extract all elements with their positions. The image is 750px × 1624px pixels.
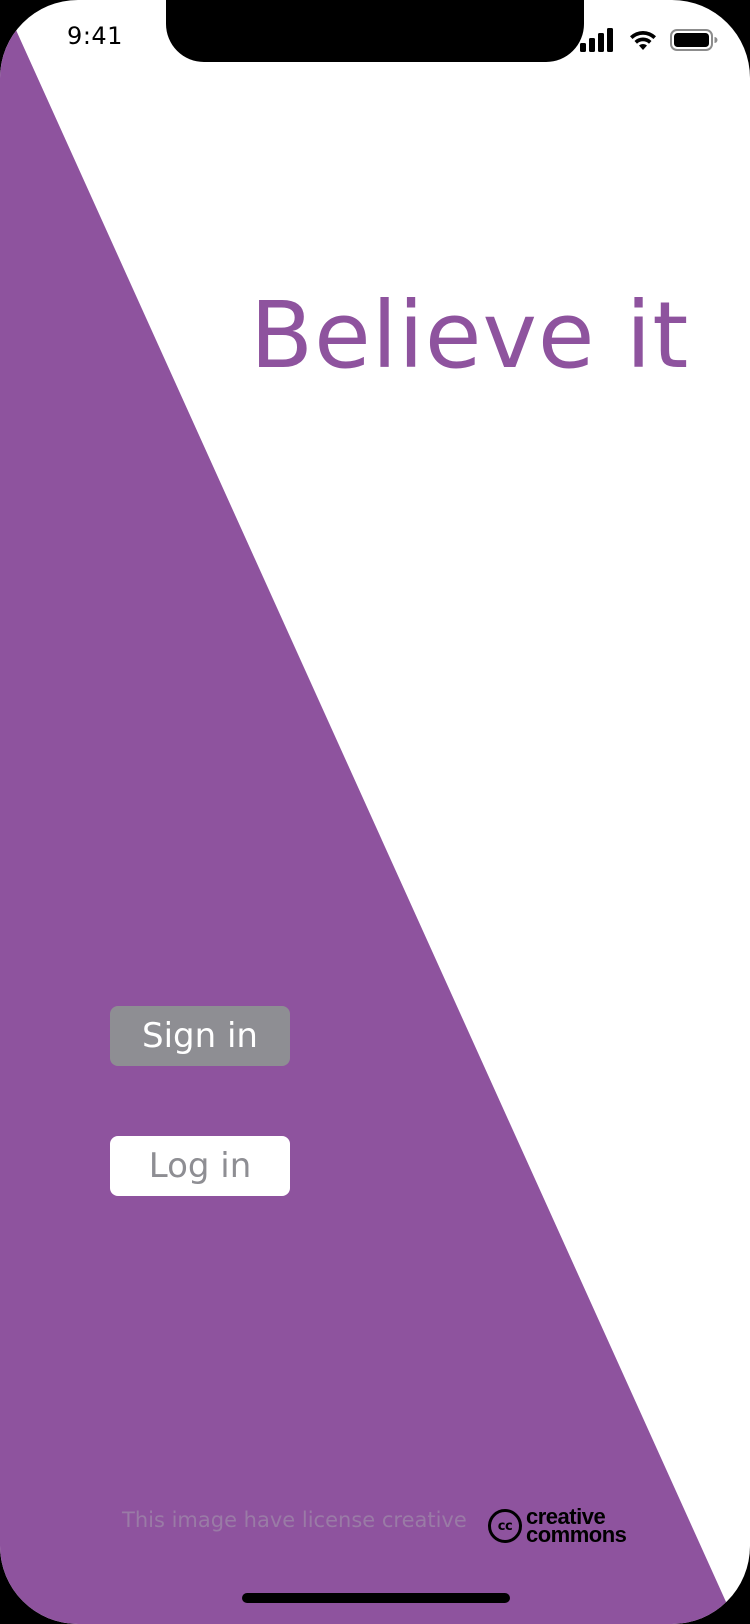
creative-commons-logo: cc creative commons (488, 1504, 627, 1548)
cc-wordmark: creative commons (526, 1506, 627, 1547)
cellular-signal-icon (580, 28, 613, 52)
cc-word-commons: commons (526, 1522, 627, 1547)
sign-in-button[interactable]: Sign in (110, 1006, 290, 1066)
status-time: 9:41 (67, 22, 123, 50)
log-in-button[interactable]: Log in (110, 1136, 290, 1196)
app-screen: 9:41 Believe it Sign in Log in This imag… (0, 0, 750, 1624)
app-title: Believe it (250, 282, 690, 389)
battery-icon (670, 29, 718, 51)
home-indicator[interactable] (242, 1593, 510, 1603)
wifi-icon (630, 30, 656, 50)
device-notch (166, 0, 584, 62)
status-icons (580, 26, 718, 54)
license-text: This image have license creative (122, 1508, 467, 1532)
purple-diagonal-background (0, 0, 736, 1624)
cc-icon: cc (488, 1509, 522, 1543)
device-frame: 9:41 Believe it Sign in Log in This imag… (0, 0, 750, 1624)
